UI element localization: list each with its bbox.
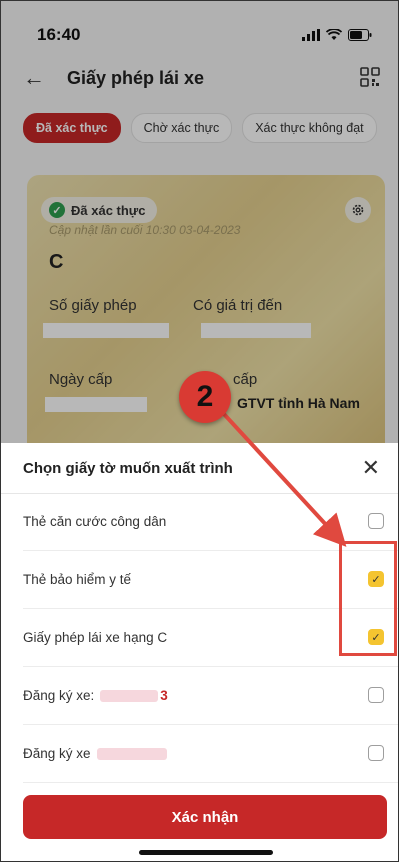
- sheet-title: Chọn giấy tờ muốn xuất trình: [23, 460, 233, 477]
- confirm-button[interactable]: Xác nhận: [23, 795, 387, 839]
- app-screen: 16:40 ← Giấy phép lái xe Đã xác thực Chờ…: [1, 1, 398, 861]
- plate-visible-digit: 3: [160, 688, 168, 703]
- document-item-label: Đăng ký xe: [23, 746, 91, 761]
- document-item-label: Giấy phép lái xe hạng C: [23, 630, 168, 645]
- document-item-vehicle-registration-2[interactable]: Đăng ký xe: [23, 725, 398, 783]
- document-item-text: Đăng ký xe: 3: [23, 688, 168, 703]
- plate-redacted: [100, 690, 159, 703]
- phone-frame: 16:40 ← Giấy phép lái xe Đã xác thực Chờ…: [0, 0, 399, 862]
- sheet-header: Chọn giấy tờ muốn xuất trình ✕: [1, 443, 398, 494]
- checkbox-citizen-id[interactable]: [368, 513, 384, 529]
- step-number-badge: 2: [179, 371, 231, 423]
- document-item-vehicle-registration-1[interactable]: Đăng ký xe: 3: [23, 667, 398, 725]
- close-icon[interactable]: ✕: [362, 455, 380, 481]
- document-item-label: Thẻ căn cước công dân: [23, 514, 167, 529]
- annotation-highlight-box: [339, 541, 397, 656]
- plate-redacted: [96, 748, 167, 761]
- document-item-label: Thẻ bảo hiểm y tế: [23, 572, 132, 587]
- checkbox-vehicle-registration-2[interactable]: [368, 745, 384, 761]
- checkbox-vehicle-registration-1[interactable]: [368, 687, 384, 703]
- document-item-text: Đăng ký xe: [23, 746, 167, 761]
- document-item-label: Đăng ký xe:: [23, 688, 95, 703]
- home-indicator: [139, 850, 273, 855]
